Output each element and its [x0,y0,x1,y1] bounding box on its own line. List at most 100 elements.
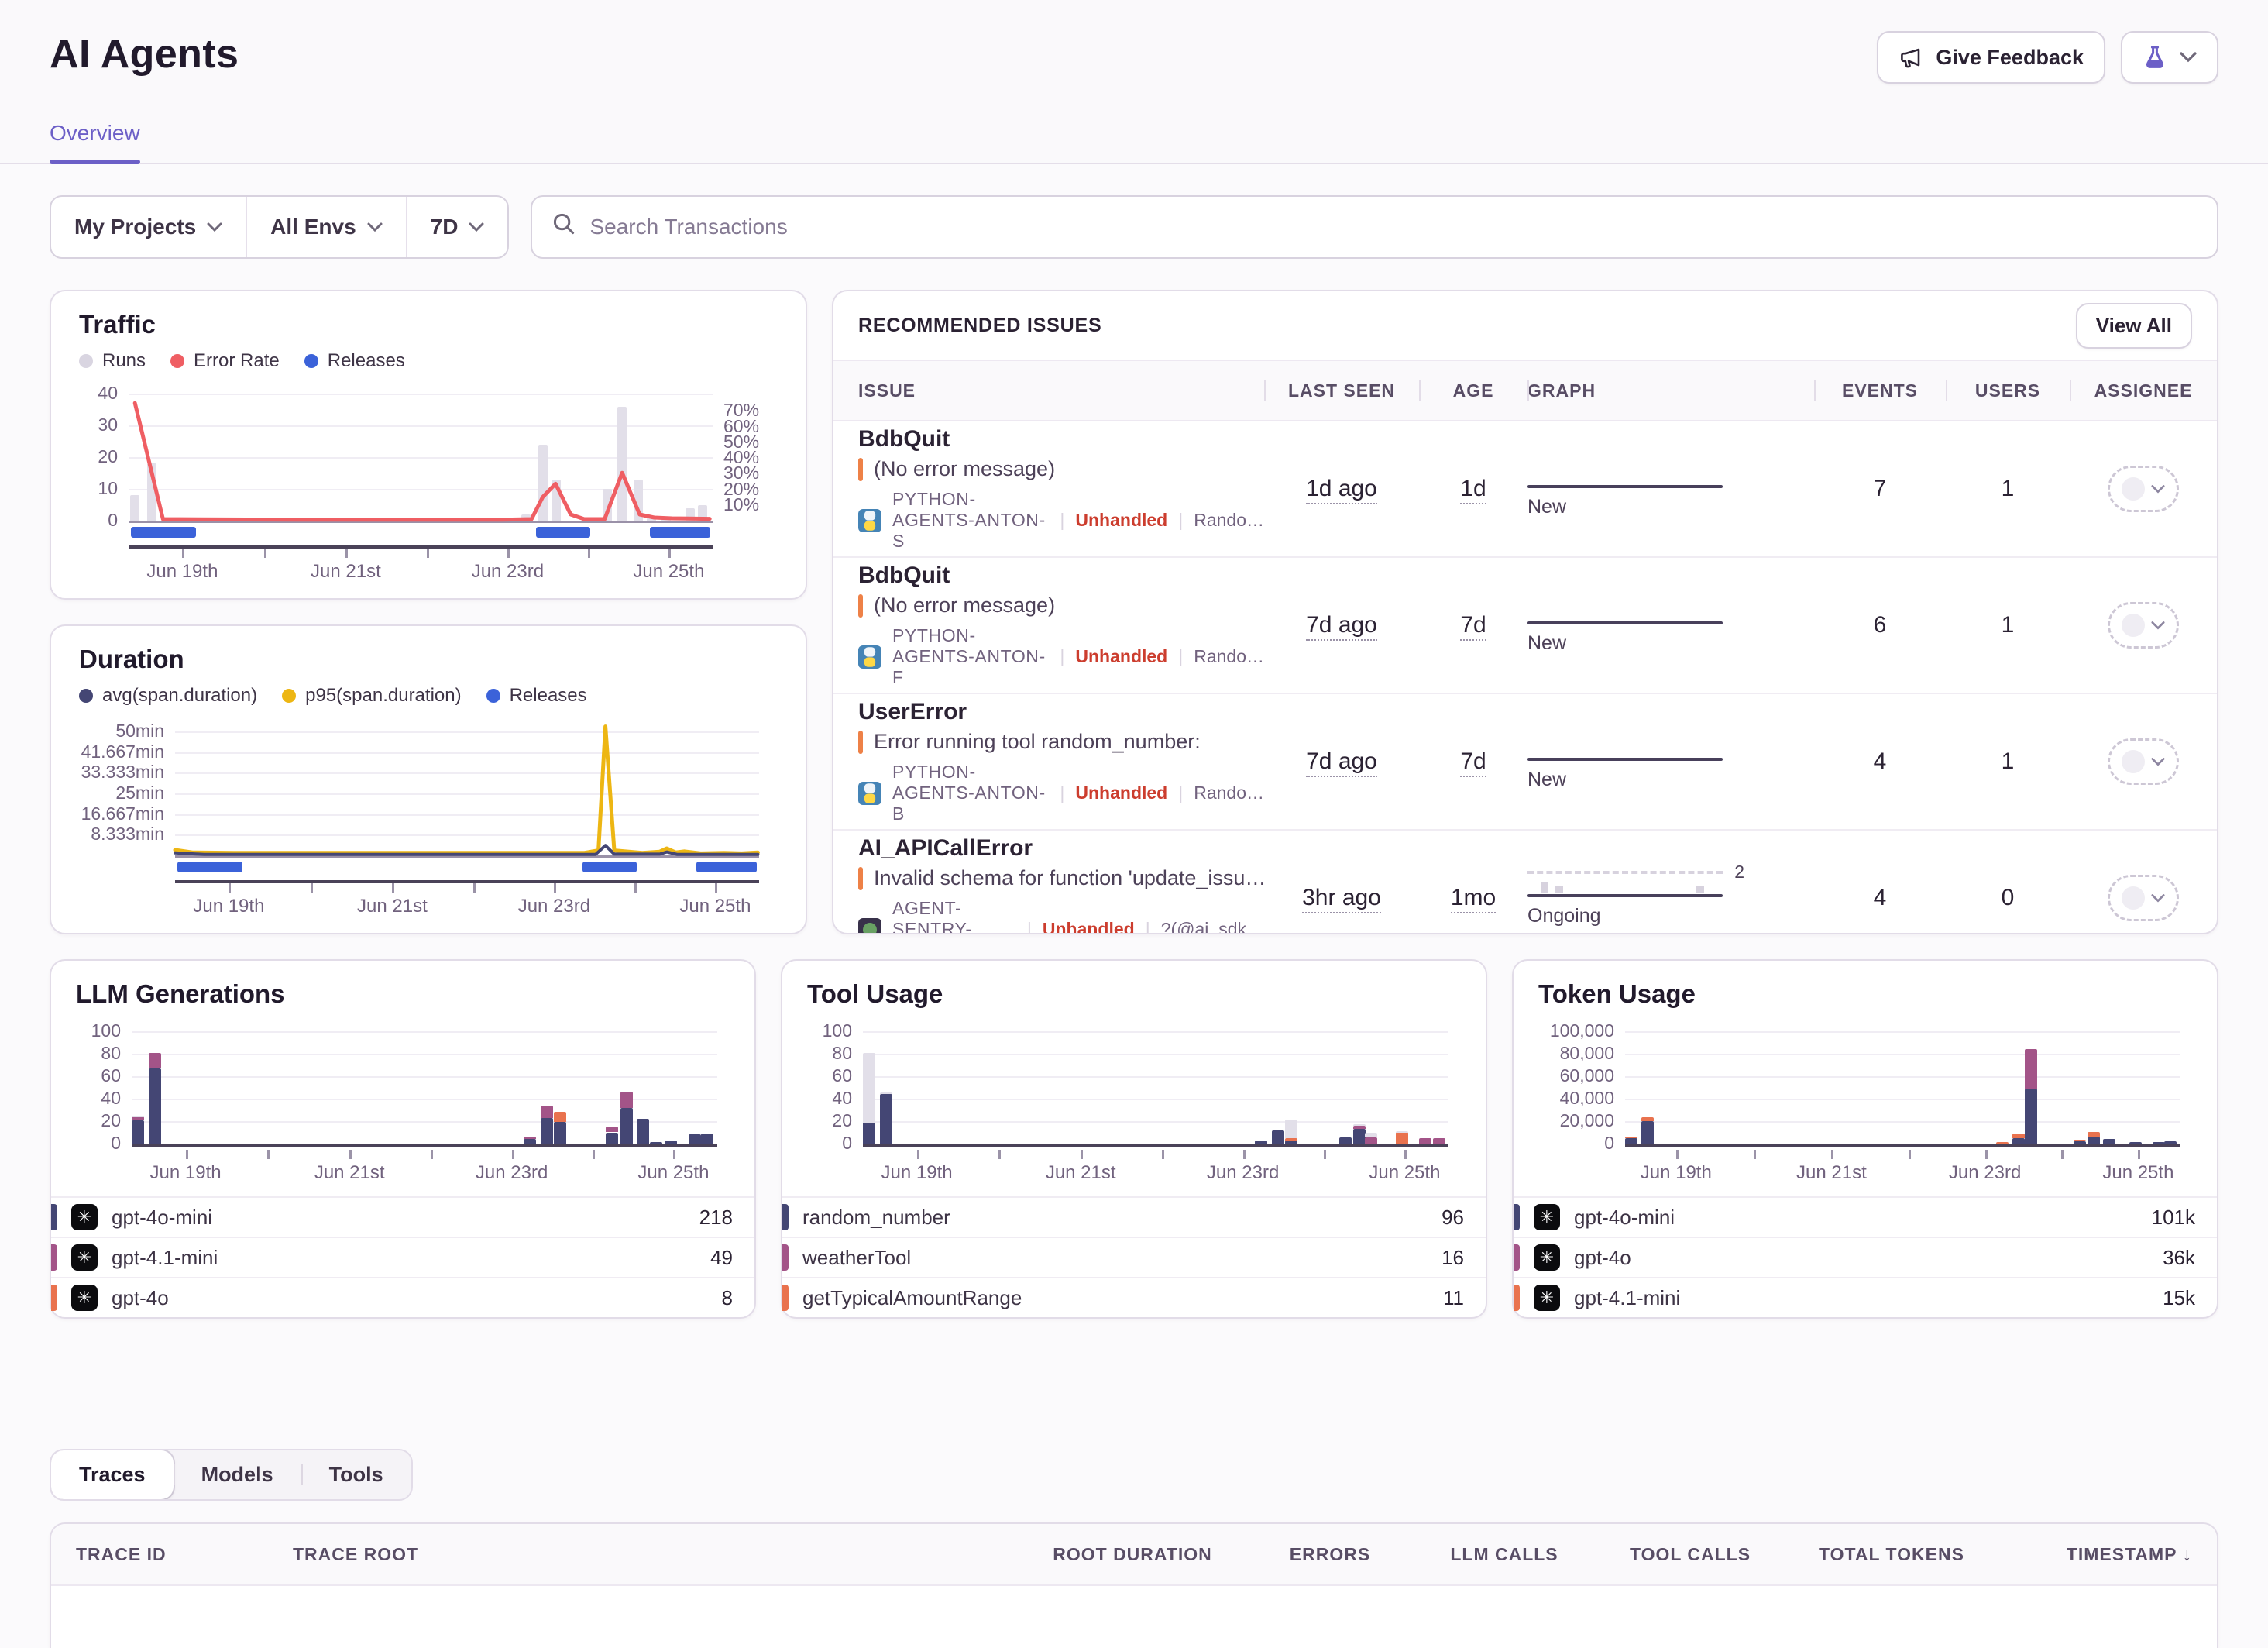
legend-row[interactable]: ✳ random_number 96 [782,1196,1486,1237]
bottom-tab[interactable]: Tools [301,1450,411,1499]
legend-item[interactable]: Releases [486,685,587,707]
duration-chart: 8.333min16.667min25min33.333min41.667min… [79,710,778,908]
x-axis-tick [392,883,394,893]
issue-last-seen[interactable]: 1d ago [1306,476,1377,504]
column-header-total-tokens: TOTAL TOKENS [1783,1544,2000,1565]
series-value: 96 [1442,1206,1464,1230]
tab-overview[interactable]: Overview [50,121,140,163]
issue-age[interactable]: 7d [1460,748,1486,777]
issue-last-seen[interactable]: 7d ago [1306,748,1377,777]
release-band[interactable] [131,527,196,538]
issue-age[interactable]: 7d [1460,612,1486,641]
legend-item[interactable]: Releases [304,350,405,372]
bottom-tab[interactable]: Traces [51,1450,174,1499]
release-band[interactable] [650,527,710,538]
megaphone-icon [1899,45,1923,70]
y-axis-label: 60,000 [1538,1065,1614,1086]
y-axis-label: 50min [79,721,164,741]
project-slug[interactable]: PYTHON-AGENTS-ANTON-F [892,625,1049,688]
issue-title-link[interactable]: BdbQuit [858,426,1264,452]
gridline [863,1076,1448,1078]
legend-row[interactable]: ✳ getTypicalAmountRange 11 [782,1277,1486,1317]
labs-menu-button[interactable] [2121,31,2218,84]
release-band[interactable] [177,862,242,872]
chart-bar-segment [1339,1137,1352,1144]
chart-bar-segment [552,480,561,521]
legend-row[interactable]: ✳ gpt-4o 8 [51,1277,754,1317]
assignee-dropdown[interactable] [2108,466,2179,512]
chart-bar-segment [1353,1124,1366,1126]
projects-filter[interactable]: My Projects [51,197,246,257]
openai-icon: ✳ [1534,1204,1560,1230]
issue-title-link[interactable]: UserError [858,699,1264,725]
issue-title-link[interactable]: AI_APICallError [858,835,1264,862]
series-color-swatch [51,1285,57,1311]
gridline [175,731,759,733]
issue-age[interactable]: 1mo [1451,885,1496,913]
chevron-down-icon [2151,621,2165,630]
series-color-swatch [51,1204,57,1230]
series-value: 15k [2163,1286,2195,1310]
issue-row[interactable]: BdbQuit (No error message) PYTHON-AGENTS… [833,558,2217,694]
chart-bar-segment [603,489,612,521]
y-axis-label: 0 [807,1133,852,1154]
chart-bar-segment [1353,1126,1366,1129]
issue-last-seen[interactable]: 7d ago [1306,612,1377,641]
tool-legend: ✳ random_number 96 ✳ weatherTool 16 ✳ [807,1196,1461,1317]
release-band[interactable] [536,527,590,538]
legend-row[interactable]: ✳ gpt-4o-mini 218 [51,1196,754,1237]
legend-item[interactable]: Error Rate [170,350,280,372]
legend-row[interactable]: ✳ weatherTool 16 [782,1237,1486,1277]
chart-bar-segment [1625,1138,1637,1144]
give-feedback-button[interactable]: Give Feedback [1877,31,2105,84]
search-input[interactable] [589,215,2197,239]
environments-filter[interactable]: All Envs [246,197,405,257]
column-header-timestamp-sort[interactable]: TIMESTAMP ↓ [2000,1544,2217,1565]
y-axis-label: 8.333min [79,824,164,845]
page-header: AI Agents Give Feedback Overview [0,0,2268,164]
legend-item[interactable]: Runs [79,350,146,372]
assignee-dropdown[interactable] [2108,602,2179,649]
legend-row[interactable]: ✳ gpt-4o 36k [1514,1237,2217,1277]
project-slug[interactable]: PYTHON-AGENTS-ANTON-B [892,762,1049,824]
openai-icon: ✳ [71,1285,98,1311]
x-axis-line [1625,1144,2180,1147]
error-level-bar [858,458,863,481]
assignee-dropdown[interactable] [2108,875,2179,921]
legend-row[interactable]: ✳ gpt-4.1-mini 49 [51,1237,754,1277]
column-header-age: AGE [1419,361,1527,420]
issue-culprit: Rando… [1194,510,1264,531]
legend-row[interactable]: ✳ gpt-4.1-mini 15k [1514,1277,2217,1317]
project-slug[interactable]: AGENT-SENTRY-MCP-C [892,898,1016,934]
legend-item[interactable]: p95(span.duration) [282,685,461,707]
chart-bar-segment [1285,1120,1297,1139]
legend-item[interactable]: avg(span.duration) [79,685,257,707]
avatar-placeholder-icon [2122,477,2145,501]
issue-row[interactable]: UserError Error running tool random_numb… [833,694,2217,831]
y-axis-label: 25min [79,783,164,803]
release-band[interactable] [696,862,757,872]
bottom-tab[interactable]: Models [174,1450,301,1499]
legend-row[interactable]: ✳ gpt-4o-mini 101k [1514,1196,2217,1237]
date-range-filter[interactable]: 7D [406,197,508,257]
x-axis-tick [673,1150,675,1159]
series-value: 218 [699,1206,733,1230]
assignee-dropdown[interactable] [2108,738,2179,785]
issue-users-count: 0 [1946,885,2070,911]
x-axis-tick [431,1150,433,1159]
issue-title-link[interactable]: BdbQuit [858,563,1264,589]
issue-sparkline: New [1527,597,1744,655]
issue-row[interactable]: BdbQuit (No error message) PYTHON-AGENTS… [833,421,2217,558]
chart-bar-segment [149,1053,161,1068]
view-all-button[interactable]: View All [2076,303,2192,349]
chart-bar-segment [686,508,695,521]
issue-row[interactable]: AI_APICallError Invalid schema for funct… [833,831,2217,934]
chart-bar-segment [863,1053,875,1123]
release-band[interactable] [582,862,637,872]
chevron-down-icon [207,222,222,232]
project-slug[interactable]: PYTHON-AGENTS-ANTON-S [892,489,1049,552]
chart-bar-segment [1353,1129,1366,1144]
issue-age[interactable]: 1d [1460,476,1486,504]
column-header-assignee: ASSIGNEE [2070,361,2217,420]
issue-last-seen[interactable]: 3hr ago [1302,885,1381,913]
